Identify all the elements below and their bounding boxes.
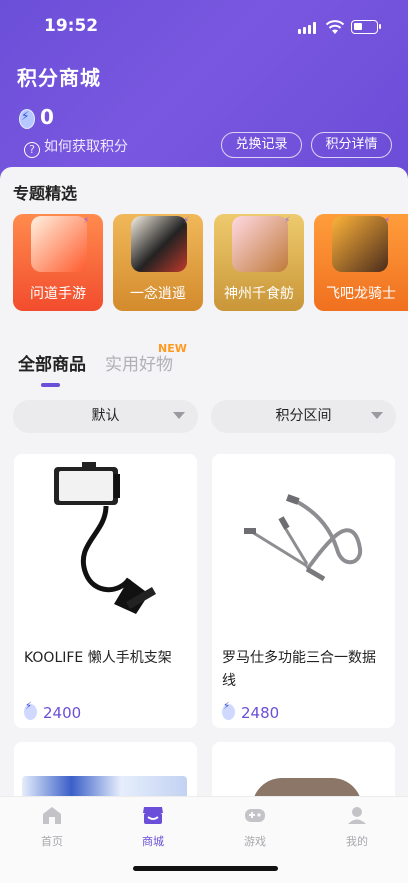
points-coin-icon <box>19 109 35 129</box>
how-to-earn-label: 如何获取积分 <box>44 139 128 155</box>
game-icon <box>232 216 288 272</box>
wifi-icon <box>325 20 345 34</box>
home-indicator <box>133 866 278 871</box>
nav-mall[interactable]: 商城 <box>123 805 183 849</box>
points-value: 0 <box>40 105 54 129</box>
cellular-signal-icon <box>298 22 320 34</box>
product-name: 罗马仕多功能三合一数据线 <box>222 650 376 689</box>
nav-home-label: 首页 <box>41 835 63 848</box>
lightning-icon: ⚡ <box>83 216 90 226</box>
product-image <box>14 454 197 636</box>
featured-item-label: 一念逍遥 <box>130 286 186 302</box>
exchange-history-button[interactable]: 兑换记录 <box>221 132 302 158</box>
game-icon <box>131 216 187 272</box>
featured-title: 专题精选 <box>13 184 78 203</box>
nav-mine-label: 我的 <box>346 835 368 848</box>
product-image <box>212 454 395 636</box>
points-detail-button[interactable]: 积分详情 <box>311 132 392 158</box>
active-tab-indicator <box>41 383 60 387</box>
game-icon <box>332 216 388 272</box>
question-icon: ? <box>24 142 40 158</box>
page-title: 积分商城 <box>17 66 101 90</box>
featured-item-feibalongqishi[interactable]: ⚡ 飞吧龙骑士 <box>314 214 408 311</box>
nav-games[interactable]: 游戏 <box>225 805 285 849</box>
product-card[interactable] <box>212 742 395 802</box>
points-range-label: 积分区间 <box>275 408 332 424</box>
nav-home[interactable]: 首页 <box>22 805 82 849</box>
product-price-value: 2400 <box>43 704 82 722</box>
featured-item-label: 飞吧龙骑士 <box>326 286 396 302</box>
user-icon <box>348 807 366 824</box>
product-card[interactable] <box>14 742 197 802</box>
featured-item-wendao[interactable]: ⚡ 问道手游 <box>13 214 103 311</box>
status-time: 19:52 <box>44 16 99 36</box>
nav-mine[interactable]: 我的 <box>327 805 387 849</box>
product-tabs: 全部商品 实用好物 NEW <box>18 342 398 390</box>
points-coin-icon <box>24 701 37 720</box>
featured-item-yinianxiaoyao[interactable]: ⚡ 一念逍遥 <box>113 214 203 311</box>
game-icon <box>31 216 87 272</box>
product-price-value: 2480 <box>241 704 280 722</box>
how-to-earn-link[interactable]: ? 如何获取积分 <box>24 136 128 158</box>
home-icon <box>43 807 61 824</box>
lightning-icon: ⚡ <box>284 216 291 226</box>
featured-item-shenzhou[interactable]: ⚡ 神州千食舫 <box>214 214 304 311</box>
battery-icon <box>351 20 381 34</box>
triangle-down-icon <box>173 412 185 419</box>
triangle-down-icon <box>371 412 383 419</box>
nav-games-label: 游戏 <box>244 835 266 848</box>
product-card[interactable]: 罗马仕多功能三合一数据线 2480 <box>212 454 395 728</box>
new-badge: NEW <box>158 342 187 355</box>
lightning-icon: ⚡ <box>183 216 190 226</box>
sort-label: 默认 <box>91 408 120 424</box>
gamepad-icon <box>245 809 265 822</box>
product-name: KOOLIFE 懒人手机支架 <box>24 650 172 666</box>
product-price: 2480 <box>222 701 280 722</box>
nav-mall-label: 商城 <box>142 835 164 848</box>
sort-dropdown[interactable]: 默认 <box>13 400 198 433</box>
tab-all-products[interactable]: 全部商品 <box>18 350 86 375</box>
points-range-dropdown[interactable]: 积分区间 <box>211 400 396 433</box>
product-card[interactable]: KOOLIFE 懒人手机支架 2400 <box>14 454 197 728</box>
lightning-icon: ⚡ <box>384 216 391 226</box>
shop-icon <box>143 807 163 824</box>
points-coin-icon <box>222 701 235 720</box>
product-price: 2400 <box>24 701 82 722</box>
featured-item-label: 问道手游 <box>30 286 86 302</box>
featured-item-label: 神州千食舫 <box>224 286 294 302</box>
status-bar: 19:52 <box>0 16 408 40</box>
